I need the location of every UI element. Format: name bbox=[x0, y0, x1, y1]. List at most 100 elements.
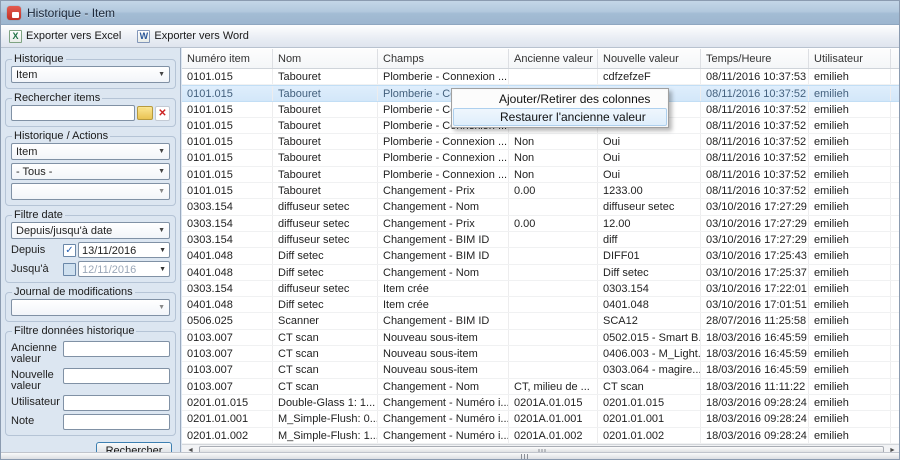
column-header-nouvelle-valeur[interactable]: Nouvelle valeur bbox=[598, 49, 701, 68]
column-header-champs[interactable]: Champs bbox=[378, 49, 509, 68]
nouvelle-valeur-input[interactable] bbox=[63, 368, 170, 384]
table-row[interactable]: 0103.007CT scanChangement - NomCT, milie… bbox=[182, 379, 900, 395]
table-row[interactable]: 0103.007CT scanNouveau sous-item0502.015… bbox=[182, 330, 900, 346]
table-cell: emilieh bbox=[809, 216, 891, 231]
table-cell: Changement - BIM ID bbox=[378, 232, 509, 247]
table-cell: 08/11/2016 10:37:52 bbox=[701, 118, 809, 133]
table-row[interactable]: 0201.01.001M_Simple-Flush: 0...Changemen… bbox=[182, 411, 900, 427]
table-row[interactable]: 0101.015TabouretChangement - Prix0.00123… bbox=[182, 183, 900, 199]
table-cell: 0303.154 bbox=[182, 199, 273, 214]
table-cell: Changement - Nom bbox=[378, 199, 509, 214]
table-cell: emilieh bbox=[809, 428, 891, 443]
bottom-splitter[interactable] bbox=[1, 452, 899, 459]
table-cell: Plomberie - Connexion ... bbox=[378, 134, 509, 149]
menu-item-restaurer-ancienne-valeur[interactable]: Restaurer l'ancienne valeur bbox=[453, 108, 667, 126]
table-cell: Tabouret bbox=[273, 150, 378, 165]
export-excel-button[interactable]: X Exporter vers Excel bbox=[5, 28, 125, 45]
table-cell bbox=[509, 248, 598, 263]
table-cell-filler bbox=[891, 102, 900, 117]
folder-icon[interactable] bbox=[137, 106, 153, 120]
depuis-date-picker[interactable]: 13/11/2016 bbox=[78, 242, 170, 258]
table-cell: 0401.048 bbox=[182, 297, 273, 312]
table-cell: cdfzefzeF bbox=[598, 69, 701, 84]
table-cell: 0201.01.015 bbox=[182, 395, 273, 410]
table-row[interactable]: 0303.154diffuseur setecChangement - BIM … bbox=[182, 232, 900, 248]
table-row[interactable]: 0101.015TabouretPlomberie - Connexion ..… bbox=[182, 167, 900, 183]
titlebar[interactable]: Historique - Item bbox=[1, 1, 899, 25]
actions-extra-dropdown[interactable] bbox=[11, 183, 170, 200]
table-row[interactable]: 0101.015TabouretPlomberie - Connexion ..… bbox=[182, 150, 900, 166]
table-cell: Diff setec bbox=[598, 265, 701, 280]
table-row[interactable]: 0103.007CT scanNouveau sous-item0303.064… bbox=[182, 362, 900, 378]
jusqua-date-picker[interactable]: 12/11/2016 bbox=[78, 261, 170, 277]
group-historique: Historique Item bbox=[5, 53, 176, 89]
column-header-nom[interactable]: Nom bbox=[273, 49, 378, 68]
table-cell: CT, milieu de ... bbox=[509, 379, 598, 394]
actions-type-dropdown[interactable]: Item bbox=[11, 143, 170, 160]
table-row[interactable]: 0401.048Diff setecChangement - BIM IDDIF… bbox=[182, 248, 900, 264]
clear-icon[interactable]: ✕ bbox=[155, 106, 170, 121]
jusqua-checkbox[interactable] bbox=[63, 263, 76, 276]
ancienne-valeur-label: Ancienne valeur bbox=[11, 341, 63, 365]
table-cell: 08/11/2016 10:37:52 bbox=[701, 150, 809, 165]
table-cell: Tabouret bbox=[273, 134, 378, 149]
table-cell: Tabouret bbox=[273, 69, 378, 84]
historique-dropdown[interactable]: Item bbox=[11, 66, 170, 83]
export-excel-label: Exporter vers Excel bbox=[26, 30, 121, 42]
table-cell: emilieh bbox=[809, 265, 891, 280]
table-cell: Non bbox=[509, 134, 598, 149]
table-cell: emilieh bbox=[809, 102, 891, 117]
table-cell: 0.00 bbox=[509, 183, 598, 198]
table-cell: 08/11/2016 10:37:53 bbox=[701, 69, 809, 84]
table-cell: 0201.01.015 bbox=[598, 395, 701, 410]
table-row[interactable]: 0303.154diffuseur setecItem crée0303.154… bbox=[182, 281, 900, 297]
table-row[interactable]: 0103.007CT scanNouveau sous-item0406.003… bbox=[182, 346, 900, 362]
table-row[interactable]: 0506.025ScannerChangement - BIM IDSCA122… bbox=[182, 313, 900, 329]
splitter-grip-icon bbox=[521, 454, 528, 459]
table-cell: emilieh bbox=[809, 362, 891, 377]
table-row[interactable]: 0303.154diffuseur setecChangement - Nomd… bbox=[182, 199, 900, 215]
column-header-temps-heure[interactable]: Temps/Heure bbox=[701, 49, 809, 68]
utilisateur-input[interactable] bbox=[63, 395, 170, 411]
table-row[interactable]: 0401.048Diff setecItem crée0401.04803/10… bbox=[182, 297, 900, 313]
table-row[interactable]: 0201.01.015Double-Glass 1: 1...Changemen… bbox=[182, 395, 900, 411]
table-cell: 03/10/2016 17:25:43 bbox=[701, 248, 809, 263]
table-cell: 0201.01.002 bbox=[182, 428, 273, 443]
table-cell-filler bbox=[891, 134, 900, 149]
table-cell: 0101.015 bbox=[182, 69, 273, 84]
depuis-checkbox[interactable]: ✓ bbox=[63, 244, 76, 257]
table-cell-filler bbox=[891, 313, 900, 328]
actions-filter-dropdown[interactable]: - Tous - bbox=[11, 163, 170, 180]
table-cell: 03/10/2016 17:01:51 bbox=[701, 297, 809, 312]
column-header-utilisateur[interactable]: Utilisateur bbox=[809, 49, 891, 68]
table-cell-filler bbox=[891, 346, 900, 361]
column-header-filler bbox=[891, 49, 900, 68]
table-row[interactable]: 0201.01.002M_Simple-Flush: 1...Changemen… bbox=[182, 428, 900, 444]
table-cell: Changement - Numéro i... bbox=[378, 395, 509, 410]
table-cell: 03/10/2016 17:27:29 bbox=[701, 199, 809, 214]
table-cell: 03/10/2016 17:22:01 bbox=[701, 281, 809, 296]
menu-item-ajouter-retirer-colonnes[interactable]: Ajouter/Retirer des colonnes bbox=[453, 90, 667, 108]
table-row[interactable]: 0303.154diffuseur setecChangement - Prix… bbox=[182, 216, 900, 232]
table-cell-filler bbox=[891, 199, 900, 214]
table-cell-filler bbox=[891, 118, 900, 133]
table-cell: 0201.01.001 bbox=[182, 411, 273, 426]
date-mode-dropdown[interactable]: Depuis/jusqu'à date bbox=[11, 222, 170, 239]
ancienne-valeur-input[interactable] bbox=[63, 341, 170, 357]
journal-dropdown[interactable] bbox=[11, 299, 170, 316]
table-cell: Changement - BIM ID bbox=[378, 313, 509, 328]
column-header-numero-item[interactable]: Numéro item bbox=[182, 49, 273, 68]
table-cell: 03/10/2016 17:27:29 bbox=[701, 232, 809, 247]
export-word-button[interactable]: W Exporter vers Word bbox=[133, 28, 253, 45]
table-cell-filler bbox=[891, 297, 900, 312]
table-cell: Tabouret bbox=[273, 118, 378, 133]
table-row[interactable]: 0101.015TabouretPlomberie - Connexion ..… bbox=[182, 69, 900, 85]
table-cell: emilieh bbox=[809, 232, 891, 247]
column-header-ancienne-valeur[interactable]: Ancienne valeur bbox=[509, 49, 598, 68]
table-row[interactable]: 0101.015TabouretPlomberie - Connexion ..… bbox=[182, 134, 900, 150]
table-row[interactable]: 0401.048Diff setecChangement - NomDiff s… bbox=[182, 265, 900, 281]
table-cell: emilieh bbox=[809, 346, 891, 361]
table-cell: M_Simple-Flush: 0... bbox=[273, 411, 378, 426]
rechercher-items-input[interactable] bbox=[11, 105, 135, 121]
note-input[interactable] bbox=[63, 414, 170, 430]
